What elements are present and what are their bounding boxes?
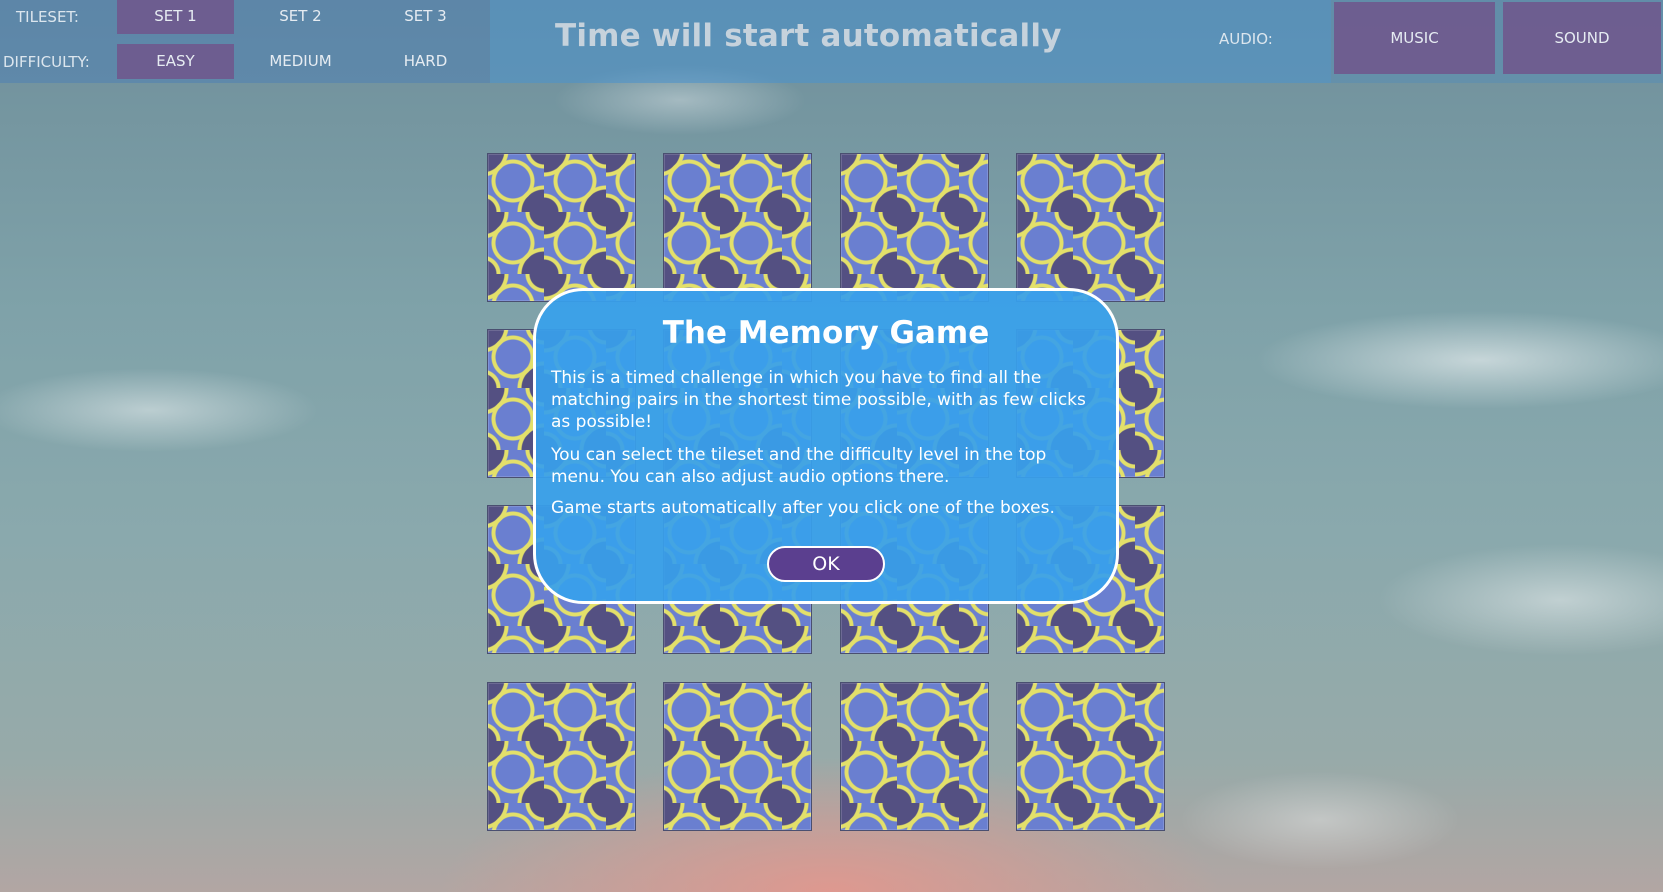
difficulty-medium-button[interactable]: MEDIUM: [242, 44, 359, 79]
top-menu: TILESET: SET 1 SET 2 SET 3 DIFFICULTY: E…: [0, 0, 1663, 83]
dialog-paragraph-rules: This is a timed challenge in which you h…: [551, 368, 1086, 432]
dialog-paragraph-start: Game starts automatically after you clic…: [551, 498, 1055, 518]
memory-tile[interactable]: [840, 153, 989, 302]
memory-tile[interactable]: [487, 682, 636, 831]
intro-dialog: The Memory Game This is a timed challeng…: [533, 288, 1119, 604]
audio-label: AUDIO:: [1219, 30, 1273, 48]
dialog-title: The Memory Game: [662, 315, 990, 351]
music-toggle-button[interactable]: MUSIC: [1334, 2, 1495, 74]
memory-tile[interactable]: [663, 153, 812, 302]
memory-tile[interactable]: [1016, 153, 1165, 302]
tileset-set3-button[interactable]: SET 3: [367, 0, 484, 34]
memory-tile[interactable]: [663, 682, 812, 831]
timer-status-text: Time will start automatically: [555, 18, 1062, 54]
tileset-set2-button[interactable]: SET 2: [242, 0, 359, 34]
difficulty-label: DIFFICULTY:: [3, 53, 90, 71]
ok-button[interactable]: OK: [767, 546, 885, 582]
dialog-paragraph-menu: You can select the tileset and the diffi…: [551, 445, 1047, 487]
memory-tile[interactable]: [487, 153, 636, 302]
difficulty-hard-button[interactable]: HARD: [367, 44, 484, 79]
memory-tile[interactable]: [840, 682, 989, 831]
tileset-label: TILESET:: [16, 8, 79, 26]
tileset-set1-button[interactable]: SET 1: [117, 0, 234, 34]
memory-tile[interactable]: [1016, 682, 1165, 831]
difficulty-easy-button[interactable]: EASY: [117, 44, 234, 79]
sound-toggle-button[interactable]: SOUND: [1503, 2, 1661, 74]
